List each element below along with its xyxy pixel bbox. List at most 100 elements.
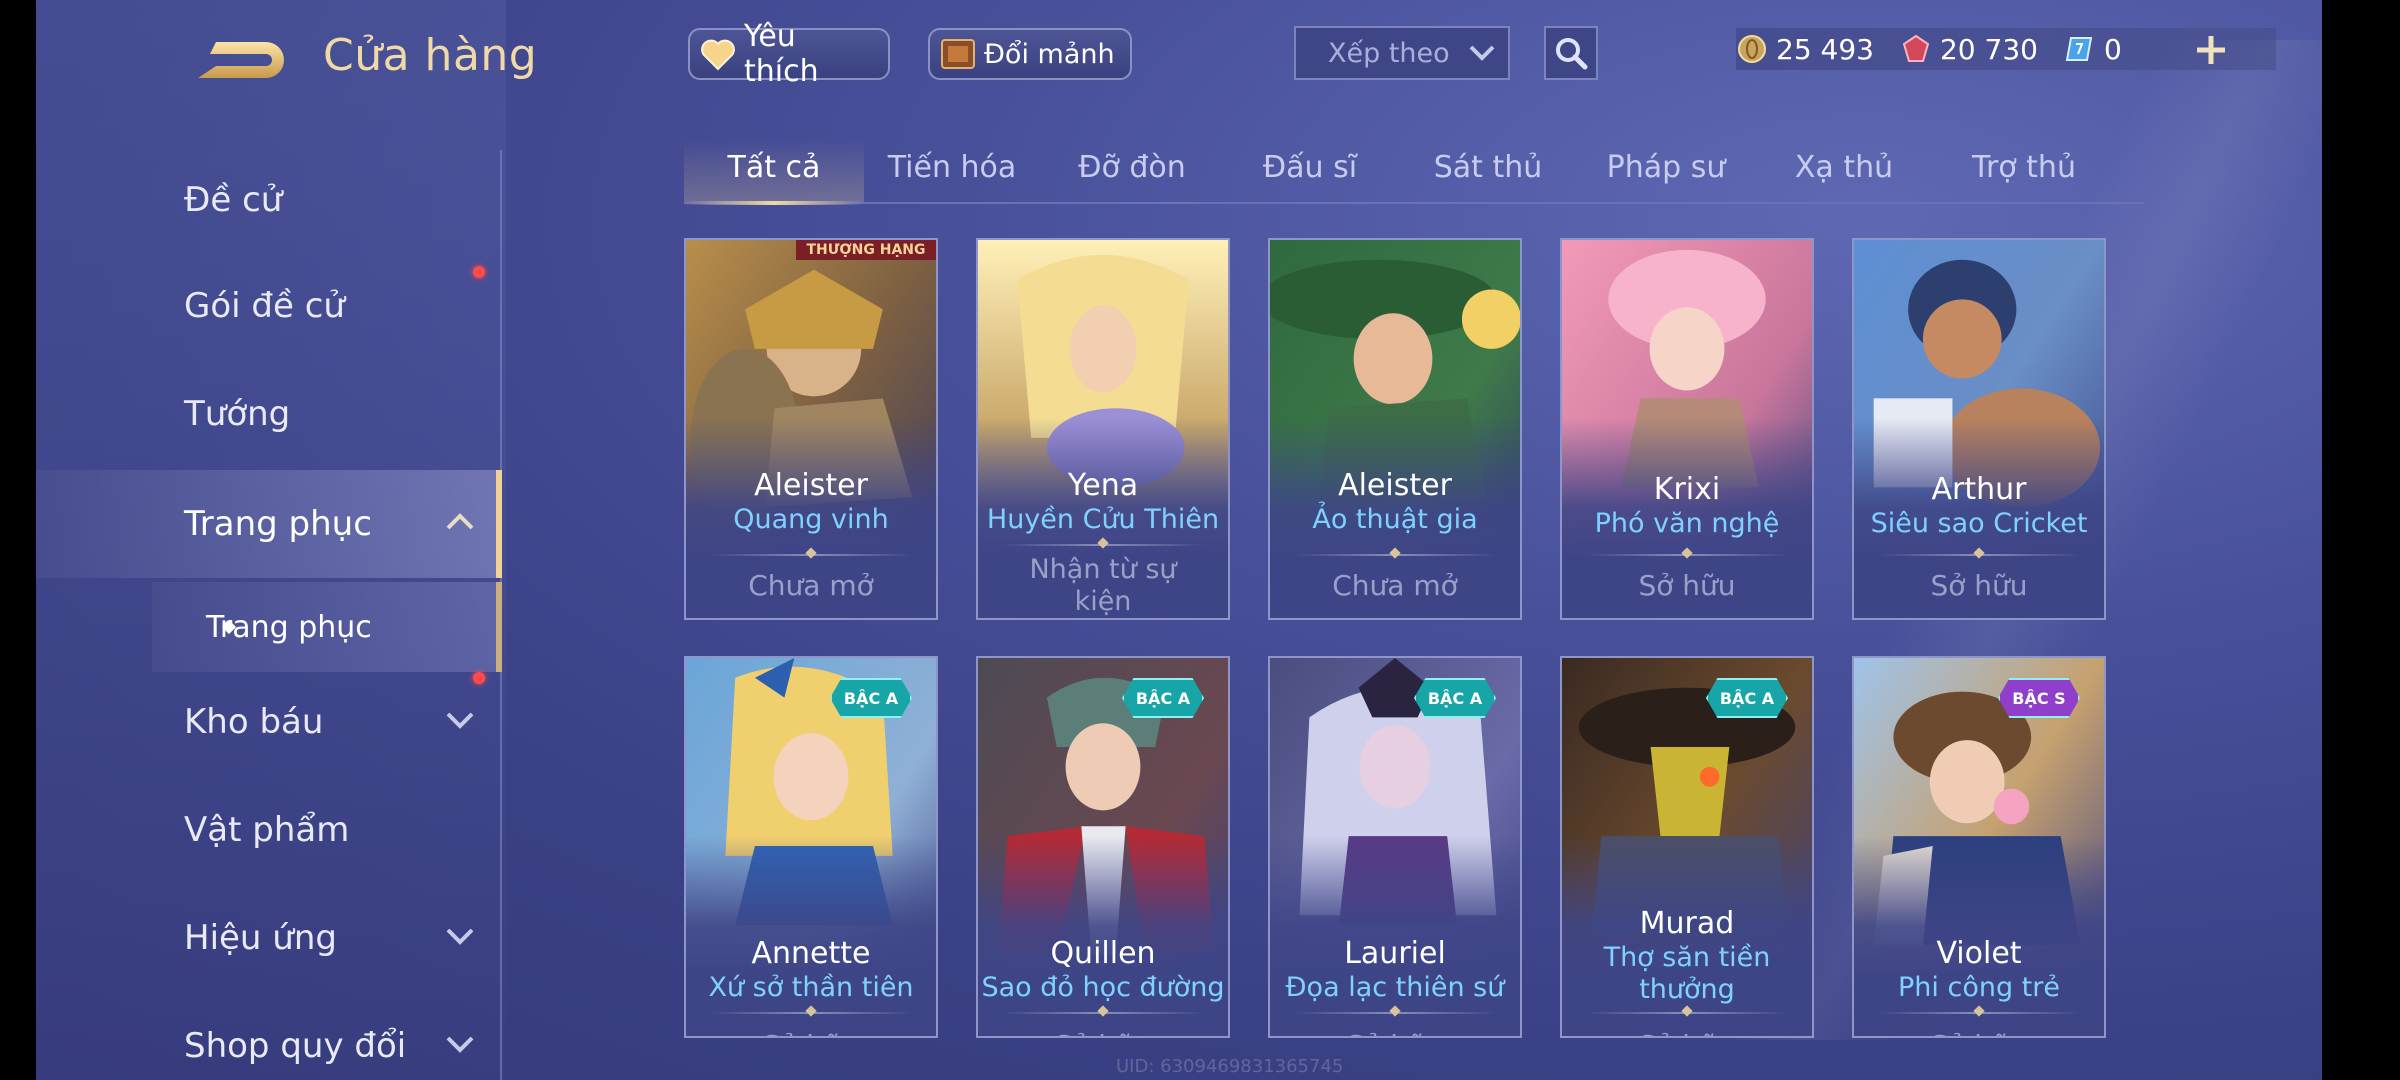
heart-icon	[698, 34, 738, 74]
sidebar-item-recommended-packs[interactable]: Gói đề cử	[36, 256, 502, 356]
tier-badge: BẬC A	[830, 678, 912, 718]
chevron-up-icon	[446, 513, 474, 530]
sidebar: Đề cử Gói đề cử Tướng Trang phục Trang p…	[36, 150, 502, 1080]
skin-name: Phó văn nghệ	[1594, 508, 1780, 539]
sidebar-item-label: Hiệu ứng	[184, 918, 337, 958]
card-divider	[1294, 1012, 1496, 1014]
ruby-currency: 20 730	[1900, 33, 2038, 66]
skin-card[interactable]: BẬC A Lauriel Đọa lạc thiên sứ Sở hữu	[1268, 656, 1522, 1038]
tab-tank[interactable]: Đỡ đòn	[1042, 140, 1222, 202]
tab-assassin[interactable]: Sát thủ	[1398, 140, 1578, 202]
skin-card[interactable]: BẬC A Annette Xứ sở thần tiên Sở hữu	[684, 656, 938, 1038]
sidebar-item-label: Gói đề cử	[184, 286, 345, 326]
chevron-down-icon	[1469, 45, 1495, 61]
add-currency-button[interactable]	[2191, 30, 2231, 70]
notification-dot	[473, 672, 485, 684]
skin-card[interactable]: Yena Huyền Cửu Thiên Nhận từ sự kiện	[976, 238, 1230, 620]
notification-dot	[473, 266, 485, 278]
skin-card[interactable]: Aleister Ảo thuật gia Chưa mở	[1268, 238, 1522, 620]
skin-card[interactable]: Krixi Phó văn nghệ Sở hữu	[1560, 238, 1814, 620]
card-divider	[710, 1012, 912, 1014]
skin-card[interactable]: BẬC A Murad Thợ săn tiền thưởng Sở hữu	[1560, 656, 1814, 1038]
gold-coin-icon	[1736, 33, 1768, 65]
tab-support[interactable]: Trợ thủ	[1934, 140, 2114, 202]
chevron-down-icon	[446, 1036, 474, 1053]
skin-card[interactable]: BẬC A Quillen Sao đỏ học đường Sở hữu	[976, 656, 1230, 1038]
card-divider	[1002, 544, 1204, 546]
skin-name: Phi công trẻ	[1898, 972, 2060, 1003]
sidebar-item-label: Trang phục	[184, 504, 372, 544]
tab-mage[interactable]: Pháp sư	[1576, 140, 1756, 202]
tab-fighter[interactable]: Đấu sĩ	[1220, 140, 1400, 202]
sidebar-subitem-skins[interactable]: Trang phục	[152, 582, 502, 672]
voucher-amount: 0	[2103, 32, 2122, 66]
card-divider	[710, 554, 912, 556]
hero-name: Krixi	[1653, 472, 1721, 507]
plus-icon	[2197, 36, 2225, 64]
hero-name: Lauriel	[1344, 936, 1446, 971]
sidebar-item-label: Shop quy đổi	[184, 1026, 407, 1066]
tab-marksman[interactable]: Xạ thủ	[1754, 140, 1934, 202]
skin-name: Quang vinh	[733, 504, 889, 535]
voucher-icon	[2064, 33, 2096, 65]
ownership-status: Sở hữu	[1270, 1030, 1520, 1037]
skin-card[interactable]: Arthur Siêu sao Cricket Sở hữu	[1852, 238, 2106, 620]
tier-badge: BẬC A	[1414, 678, 1496, 718]
back-button[interactable]	[186, 30, 296, 90]
tier-badge: BẬC A	[1706, 678, 1788, 718]
card-divider	[1002, 1012, 1204, 1014]
tab-all[interactable]: Tất cả	[684, 140, 864, 205]
tier-badge: BẬC S	[1998, 678, 2080, 718]
tier-badge: BẬC A	[1122, 678, 1204, 718]
sort-dropdown[interactable]: Xếp theo	[1294, 26, 1510, 80]
hero-name: Arthur	[1931, 472, 2027, 507]
user-id-watermark: UID: 6309469831365745	[1116, 1056, 1344, 1077]
skin-name: Thợ săn tiền thưởng	[1603, 942, 1771, 1005]
card-divider	[1878, 1012, 2080, 1014]
skin-name: Ảo thuật gia	[1312, 504, 1478, 535]
ownership-status: Sở hữu	[978, 1030, 1228, 1037]
skin-card[interactable]: BẬC S Violet Phi công trẻ Sở hữu	[1852, 656, 2106, 1038]
skin-name: Đọa lạc thiên sứ	[1285, 972, 1505, 1003]
sidebar-item-exchange-shop[interactable]: Shop quy đổi	[36, 996, 502, 1080]
shop-screen: Cửa hàng Yêu thích Đổi mảnh Xếp theo 25 …	[36, 0, 2322, 1080]
sidebar-item-label: Tướng	[184, 394, 291, 434]
ownership-status: Sở hữu	[1854, 1030, 2104, 1037]
exchange-fragments-button[interactable]: Đổi mảnh	[928, 28, 1132, 80]
back-arrow-icon	[198, 42, 284, 78]
gold-currency: 25 493	[1736, 33, 1874, 66]
gold-amount: 25 493	[1776, 32, 1874, 66]
card-divider	[1586, 1012, 1788, 1014]
sidebar-item-heroes[interactable]: Tướng	[36, 364, 502, 464]
sort-placeholder: Xếp theo	[1328, 37, 1450, 69]
ownership-status: Nhận từ sự kiện	[1029, 554, 1177, 617]
page-title: Cửa hàng	[323, 30, 538, 81]
ownership-status: Chưa mở	[748, 569, 874, 602]
card-divider	[1586, 554, 1788, 556]
hero-name: Quillen	[1050, 936, 1156, 971]
tab-evolution[interactable]: Tiến hóa	[862, 140, 1042, 202]
skin-name: Xứ sở thần tiên	[708, 972, 914, 1003]
hero-name: Annette	[751, 936, 871, 971]
sidebar-item-items[interactable]: Vật phẩm	[36, 780, 502, 880]
ownership-status: Sở hữu	[1930, 569, 2028, 602]
card-divider	[1878, 554, 2080, 556]
skin-card[interactable]: THƯỢNG HẠNG Aleister Quang vinh Chưa mở	[684, 238, 938, 620]
search-button[interactable]	[1544, 26, 1598, 80]
ownership-status: Chưa mở	[1332, 569, 1458, 602]
skin-grid: THƯỢNG HẠNG Aleister Quang vinh Chưa mở …	[684, 238, 2144, 1080]
chevron-down-icon	[446, 928, 474, 945]
hero-name: Violet	[1936, 936, 2022, 971]
sidebar-item-effects[interactable]: Hiệu ứng	[36, 888, 502, 988]
skin-name: Huyền Cửu Thiên	[986, 504, 1220, 535]
favorite-button[interactable]: Yêu thích	[688, 19, 890, 89]
fragment-chest-icon	[938, 34, 978, 74]
ownership-status: Sở hữu	[1562, 1030, 1812, 1037]
sidebar-item-skins[interactable]: Trang phục	[36, 470, 502, 578]
sidebar-item-label: Vật phẩm	[184, 810, 350, 850]
sidebar-item-recommended[interactable]: Đề cử	[36, 150, 502, 250]
premium-rank-ribbon: THƯỢNG HẠNG	[796, 240, 936, 260]
ruby-gem-icon	[1900, 33, 1932, 65]
search-icon	[1556, 38, 1588, 70]
sidebar-item-treasure[interactable]: Kho báu	[36, 672, 502, 772]
